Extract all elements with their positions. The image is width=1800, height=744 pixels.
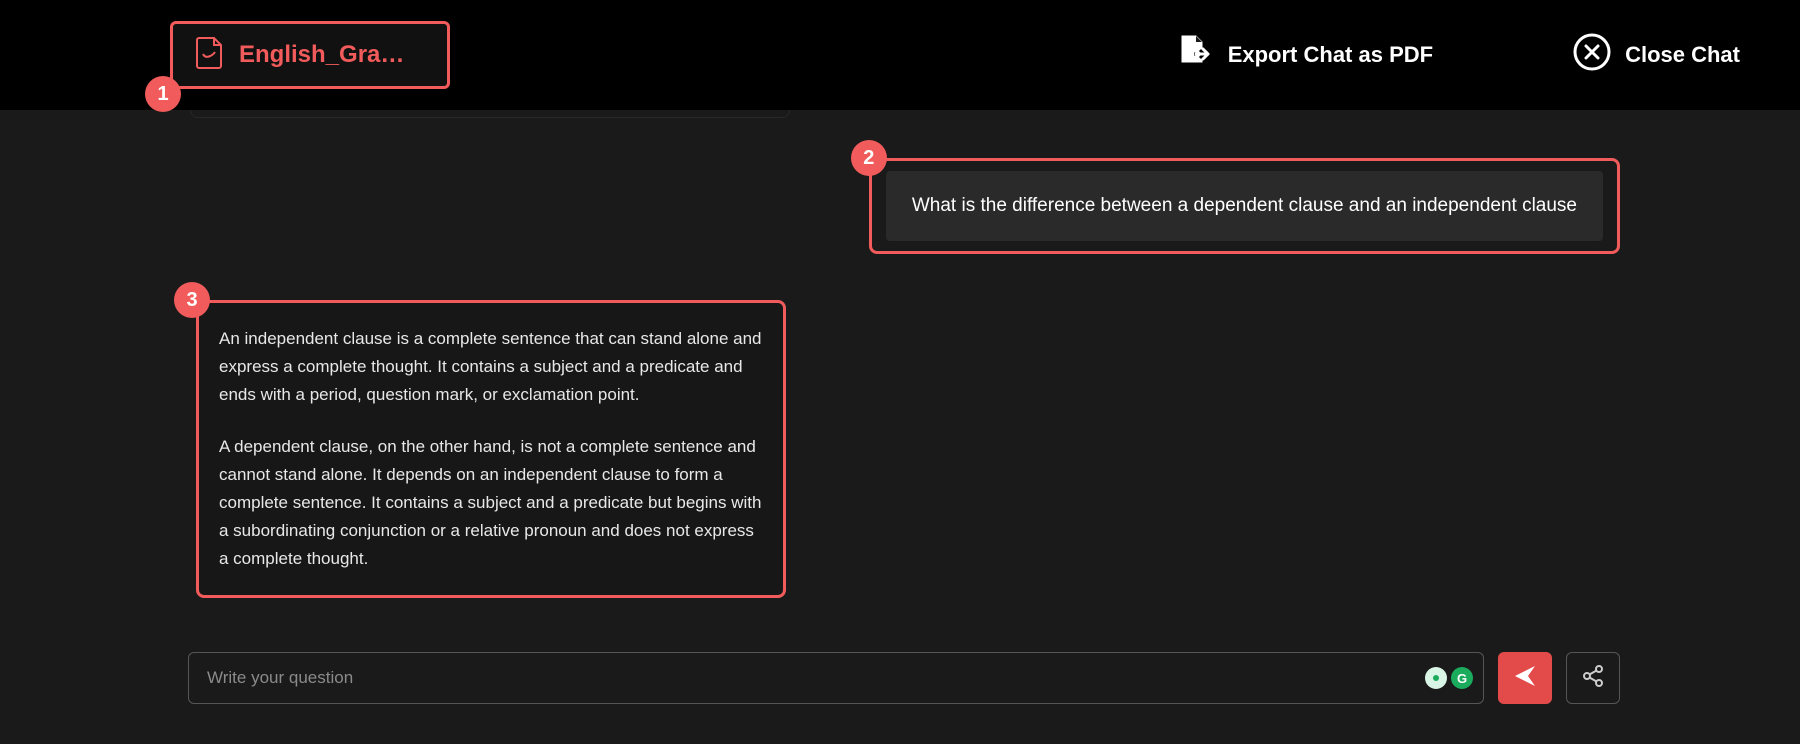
previous-message-edge [190, 110, 790, 118]
send-button[interactable] [1498, 652, 1552, 704]
close-icon [1573, 33, 1611, 77]
share-button[interactable] [1566, 652, 1620, 704]
annotation-badge-2: 2 [851, 140, 887, 176]
file-chip[interactable]: English_Grammar… 1 [170, 21, 450, 89]
grammarly-icon[interactable]: G [1451, 667, 1473, 689]
bot-message-wrap: 3 An independent clause is a complete se… [196, 300, 786, 598]
input-inline-icons: G [1425, 667, 1473, 689]
export-pdf-label: Export Chat as PDF [1228, 42, 1433, 68]
bot-message-p1: An independent clause is a complete sent… [219, 325, 763, 409]
annotation-badge-3-text: 3 [186, 289, 197, 312]
bot-message: An independent clause is a complete sent… [196, 300, 786, 598]
close-chat-label: Close Chat [1625, 42, 1740, 68]
annotation-badge-1-text: 1 [157, 83, 168, 106]
pdf-file-icon [195, 36, 225, 75]
composer: G [188, 652, 1620, 704]
grammarly-status-icon[interactable] [1425, 667, 1447, 689]
annotation-badge-1: 1 [145, 76, 181, 112]
annotation-badge-2-text: 2 [863, 147, 874, 170]
user-message-wrap: 2 What is the difference between a depen… [869, 158, 1620, 254]
export-icon [1174, 32, 1214, 78]
export-pdf-button[interactable]: Export Chat as PDF [1174, 32, 1433, 78]
file-name-label: English_Grammar… [239, 41, 425, 69]
close-chat-button[interactable]: Close Chat [1573, 33, 1740, 77]
message-input-wrap[interactable]: G [188, 652, 1484, 704]
app-header: English_Grammar… 1 Export Chat as PDF Cl… [0, 0, 1800, 110]
share-icon [1581, 664, 1605, 693]
user-message: What is the difference between a depende… [869, 158, 1620, 254]
annotation-badge-3: 3 [174, 282, 210, 318]
send-icon [1512, 663, 1538, 694]
chat-scroll-area: 2 What is the difference between a depen… [0, 110, 1800, 634]
user-message-text: What is the difference between a depende… [886, 171, 1603, 241]
bot-message-p2: A dependent clause, on the other hand, i… [219, 433, 763, 573]
grammarly-icon-label: G [1457, 671, 1467, 686]
message-input[interactable] [205, 667, 1423, 689]
